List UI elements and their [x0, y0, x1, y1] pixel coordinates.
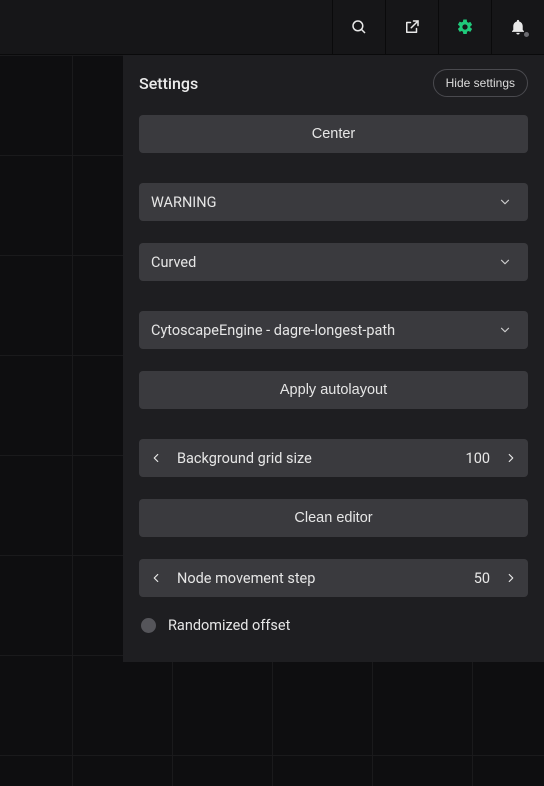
settings-panel: Settings Hide settings Center WARNING Cu…	[123, 55, 544, 662]
randomized-offset-toggle[interactable]: Randomized offset	[139, 617, 528, 634]
chevron-left-icon[interactable]	[145, 567, 167, 589]
grid-size-label: Background grid size	[177, 450, 312, 467]
apply-autolayout-button[interactable]: Apply autolayout	[139, 371, 528, 409]
layout-engine-value: CytoscapeEngine - dagre-longest-path	[151, 322, 395, 339]
clean-editor-button[interactable]: Clean editor	[139, 499, 528, 537]
center-button[interactable]: Center	[139, 115, 528, 153]
edge-style-select[interactable]: Curved	[139, 243, 528, 281]
hide-settings-button[interactable]: Hide settings	[433, 69, 528, 97]
node-step-value: 50	[474, 570, 490, 587]
settings-title: Settings	[139, 74, 198, 93]
randomized-offset-label: Randomized offset	[168, 617, 290, 634]
open-external-button[interactable]	[385, 0, 438, 54]
node-step-stepper[interactable]: Node movement step 50	[139, 559, 528, 597]
chevron-down-icon	[494, 319, 516, 341]
chevron-right-icon[interactable]	[500, 447, 522, 469]
settings-button[interactable]	[438, 0, 491, 54]
top-toolbar	[0, 0, 544, 55]
search-icon	[350, 18, 368, 36]
chevron-down-icon	[494, 251, 516, 273]
search-button[interactable]	[332, 0, 385, 54]
chevron-left-icon[interactable]	[145, 447, 167, 469]
notification-indicator	[523, 31, 530, 38]
log-level-value: WARNING	[151, 194, 216, 211]
log-level-select[interactable]: WARNING	[139, 183, 528, 221]
gear-icon	[456, 18, 474, 36]
settings-header: Settings Hide settings	[139, 69, 528, 97]
grid-size-stepper[interactable]: Background grid size 100	[139, 439, 528, 477]
grid-size-value: 100	[466, 450, 490, 467]
edge-style-value: Curved	[151, 254, 196, 271]
layout-engine-select[interactable]: CytoscapeEngine - dagre-longest-path	[139, 311, 528, 349]
node-step-label: Node movement step	[177, 570, 315, 587]
radio-indicator	[141, 618, 156, 633]
chevron-right-icon[interactable]	[500, 567, 522, 589]
chevron-down-icon	[494, 191, 516, 213]
notifications-button[interactable]	[491, 0, 544, 54]
external-link-icon	[403, 18, 421, 36]
